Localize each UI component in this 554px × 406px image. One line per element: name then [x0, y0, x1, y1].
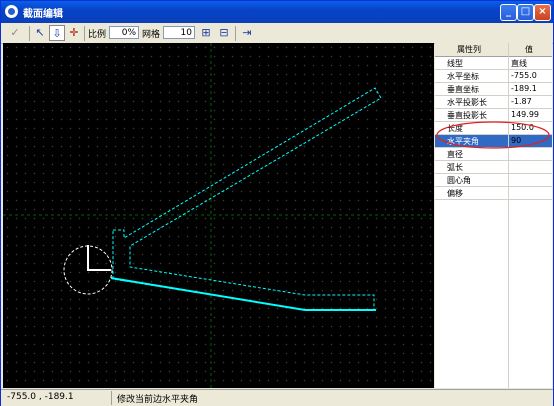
- select-pointer-icon[interactable]: ↖: [32, 25, 48, 41]
- crosshair-point-icon[interactable]: ✛: [66, 25, 82, 41]
- window-title: 截面编辑: [23, 9, 63, 20]
- toolbar-separator: [29, 26, 30, 41]
- toolbar-separator: [235, 26, 236, 41]
- maximize-button[interactable]: □: [517, 4, 534, 21]
- angle-indicator-lines: [87, 245, 111, 271]
- grid-input[interactable]: 10: [163, 26, 195, 39]
- toolbar: ✓ ↖ ⇩ ✛ 比例 0% 网格 10 ⊞ ⊟ ⇥: [1, 24, 553, 44]
- confirm-check-icon[interactable]: ✓: [7, 25, 23, 41]
- scale-label: 比例: [88, 30, 107, 40]
- selected-edge[interactable]: [110, 277, 376, 311]
- edit-tool-icon[interactable]: ⇩: [49, 25, 65, 41]
- status-separator: [111, 391, 112, 405]
- minimize-button[interactable]: _: [500, 4, 517, 21]
- section-drawing: [3, 43, 434, 388]
- scale-input[interactable]: 0%: [109, 26, 139, 39]
- section-outline: [112, 87, 382, 311]
- grid-label: 网格: [142, 30, 161, 40]
- toolbar-separator: [84, 26, 85, 41]
- highlight-ellipse: [436, 121, 550, 149]
- section-editor-window: 截面编辑 _ □ × ✓ ↖ ⇩ ✛ 比例 0% 网格 10 ⊞ ⊟ ⇥ 属性列: [0, 0, 554, 406]
- status-coordinates: -755.0 , -189.1: [7, 392, 74, 402]
- status-bar: -755.0 , -189.1 修改当前边水平夹角: [1, 389, 553, 406]
- drawing-canvas[interactable]: [3, 43, 434, 388]
- app-icon: [5, 5, 18, 18]
- highlight-annotation: [436, 121, 550, 149]
- property-panel: 属性列 值 线型 直线 水平坐标 -755.0 垂直坐标 -189.1 水平投影长 -1…: [435, 43, 552, 388]
- zoom-in-icon[interactable]: ⊞: [198, 25, 214, 41]
- close-button[interactable]: ×: [534, 4, 551, 21]
- title-bar: 截面编辑 _ □ ×: [1, 1, 553, 23]
- export-icon[interactable]: ⇥: [239, 25, 255, 41]
- status-message: 修改当前边水平夹角: [117, 395, 199, 405]
- zoom-out-icon[interactable]: ⊟: [216, 25, 232, 41]
